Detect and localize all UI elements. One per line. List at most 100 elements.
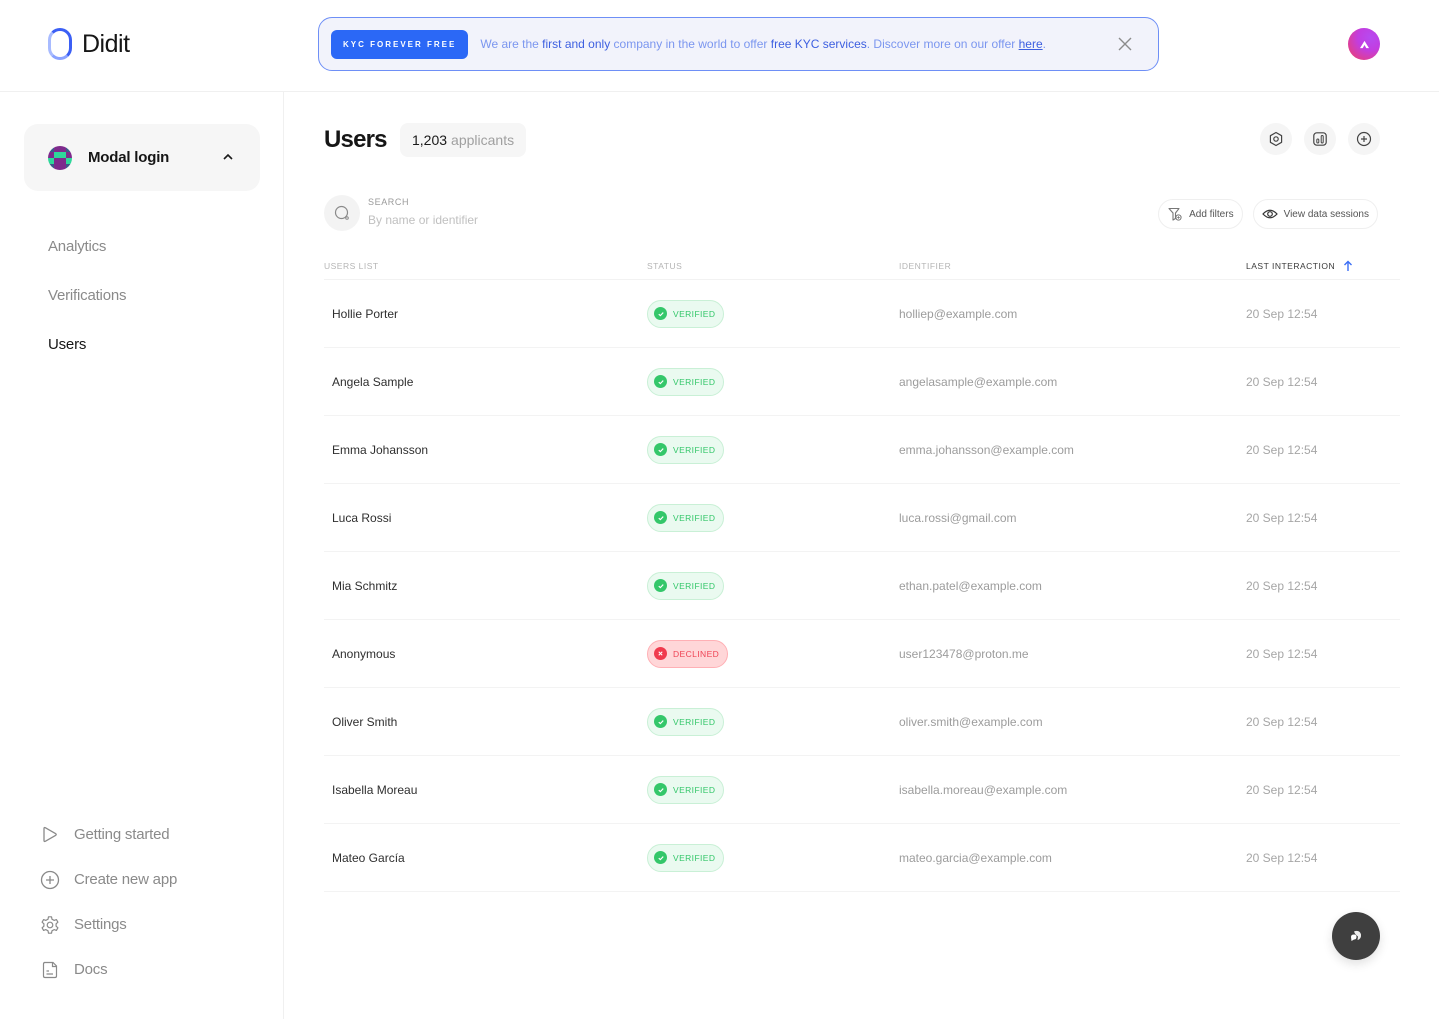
user-avatar[interactable] [1348, 28, 1380, 60]
status-label: VERIFIED [673, 512, 716, 523]
last-interaction: 20 Sep 12:54 [1246, 850, 1318, 865]
chat-bubble-icon [1351, 930, 1362, 941]
table-row[interactable]: Isabella Moreau VERIFIED isabella.moreau@e… [324, 756, 1400, 824]
status-badge: VERIFIED [647, 707, 725, 736]
sidebar-item-create-new-app[interactable]: Create new app [40, 857, 177, 902]
avatar-logo-icon [1359, 40, 1369, 48]
last-interaction: 20 Sep 12:54 [1246, 442, 1318, 457]
last-interaction: 20 Sep 12:54 [1246, 782, 1318, 797]
sidebar-bottom-nav: Getting started Create new app Settings … [40, 812, 177, 992]
kyc-free-badge: KYC FOREVER FREE [331, 29, 469, 59]
add-filters-button[interactable]: Add filters [1158, 199, 1243, 229]
sidebar-item-docs[interactable]: Docs [40, 947, 177, 992]
status-badge: VERIFIED [647, 299, 725, 328]
check-circle-icon [654, 375, 667, 388]
close-banner-button[interactable] [1116, 35, 1134, 53]
search-box: SEARCH [324, 195, 568, 231]
column-header-last-interaction[interactable]: LAST INTERACTION [1246, 260, 1400, 272]
sidebar-item-label: Settings [74, 916, 127, 933]
status-cell: VERIFIED [647, 775, 899, 804]
close-icon [1118, 37, 1132, 51]
page-title: Users [324, 126, 388, 153]
sidebar-item-getting-started[interactable]: Getting started [40, 812, 177, 857]
app-avatar-icon [48, 145, 72, 170]
table-row[interactable]: Luca Rossi VERIFIED luca.rossi@gmail.com 20… [324, 484, 1400, 552]
check-circle-icon [654, 851, 667, 864]
user-name: Anonymous [332, 646, 396, 661]
status-label: VERIFIED [673, 308, 716, 319]
status-cell: VERIFIED [647, 707, 899, 736]
user-identifier: user123478@proton.me [899, 646, 1029, 661]
settings-button[interactable] [1260, 123, 1292, 155]
sidebar-item-label: Create new app [74, 871, 178, 888]
sidebar-item-settings[interactable]: Settings [40, 902, 177, 947]
status-label: VERIFIED [673, 716, 716, 727]
applicants-label: applicants [451, 132, 515, 148]
app-switcher[interactable]: Modal login [24, 124, 260, 191]
status-cell: VERIFIED [647, 503, 899, 532]
status-label: VERIFIED [673, 444, 716, 455]
x-circle-icon [654, 647, 667, 660]
last-interaction: 20 Sep 12:54 [1246, 646, 1318, 661]
table-header: USERS LIST STATUS IDENTIFIER LAST INTERA… [324, 252, 1400, 280]
status-cell: VERIFIED [647, 367, 899, 396]
user-identifier: oliver.smith@example.com [899, 714, 1043, 729]
table-body: Hollie Porter VERIFIED holliep@example.com… [324, 280, 1400, 892]
view-data-sessions-label: View data sessions [1283, 208, 1369, 220]
table-row[interactable]: Anonymous DECLINED user123478@proton.me 20 … [324, 620, 1400, 688]
table-row[interactable]: Emma Johansson VERIFIED emma.johansson@exa… [324, 416, 1400, 484]
chat-support-button[interactable] [1332, 912, 1380, 960]
view-data-sessions-button[interactable]: View data sessions [1252, 199, 1378, 229]
last-interaction: 20 Sep 12:54 [1246, 510, 1318, 525]
app-name: Modal login [88, 149, 170, 166]
user-name: Emma Johansson [332, 442, 429, 457]
applicants-count: 1,203 [412, 132, 448, 148]
sidebar-item-verifications[interactable]: Verifications [48, 271, 126, 320]
status-badge: VERIFIED [647, 843, 725, 872]
banner-offer-link[interactable]: here [1019, 37, 1043, 51]
table-row[interactable]: Mateo García VERIFIED mateo.garcia@example… [324, 824, 1400, 892]
status-badge: VERIFIED [647, 775, 725, 804]
status-label: DECLINED [673, 648, 720, 659]
column-header-status[interactable]: STATUS [647, 261, 899, 271]
status-badge: VERIFIED [647, 367, 725, 396]
column-header-identifier[interactable]: IDENTIFIER [899, 261, 1246, 271]
status-badge: VERIFIED [647, 435, 725, 464]
table-row[interactable]: Oliver Smith VERIFIED oliver.smith@example… [324, 688, 1400, 756]
status-label: VERIFIED [673, 852, 716, 863]
status-cell: DECLINED [647, 639, 899, 668]
add-user-button[interactable] [1348, 123, 1380, 155]
user-identifier: emma.johansson@example.com [899, 442, 1074, 457]
sidebar-item-users[interactable]: Users [48, 320, 126, 369]
main-content: Users 1,203 applicants SEARCH Add filter… [284, 92, 1439, 1019]
brand-name: Didit [82, 29, 130, 58]
top-bar: Didit KYC FOREVER FREE We are the first … [0, 0, 1439, 92]
status-label: VERIFIED [673, 580, 716, 591]
table-row[interactable]: Hollie Porter VERIFIED holliep@example.com… [324, 280, 1400, 348]
filter-icon [1168, 207, 1182, 221]
check-circle-icon [654, 579, 667, 592]
check-circle-icon [654, 443, 667, 456]
search-input[interactable] [368, 213, 568, 227]
page-toolbar [1260, 123, 1380, 155]
sidebar-item-analytics[interactable]: Analytics [48, 222, 126, 271]
eye-icon [1261, 209, 1278, 219]
plus-circle-icon [40, 870, 60, 889]
column-header-users-list[interactable]: USERS LIST [324, 261, 647, 271]
brand-logo[interactable]: Didit [48, 28, 130, 60]
promo-banner: KYC FOREVER FREE We are the first and on… [318, 17, 1159, 71]
users-table: USERS LIST STATUS IDENTIFIER LAST INTERA… [324, 252, 1400, 892]
gear-icon [41, 915, 59, 934]
last-interaction: 20 Sep 12:54 [1246, 714, 1318, 729]
last-interaction: 20 Sep 12:54 [1246, 578, 1318, 593]
status-cell: VERIFIED [647, 571, 899, 600]
banner-message: We are the first and only company in the… [480, 37, 1046, 51]
user-name: Isabella Moreau [332, 782, 418, 797]
user-name: Angela Sample [332, 374, 414, 389]
status-cell: VERIFIED [647, 843, 899, 872]
table-row[interactable]: Angela Sample VERIFIED angelasample@exampl… [324, 348, 1400, 416]
search-button[interactable] [324, 195, 360, 231]
table-row[interactable]: Mia Schmitz VERIFIED ethan.patel@example.c… [324, 552, 1400, 620]
column-header-label: LAST INTERACTION [1246, 260, 1336, 271]
analytics-button[interactable] [1304, 123, 1336, 155]
